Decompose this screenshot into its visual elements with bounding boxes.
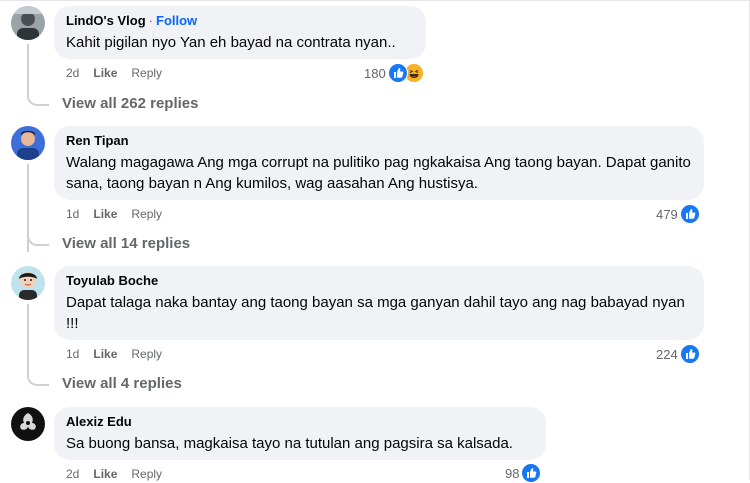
reaction-count: 98	[505, 465, 520, 481]
timestamp[interactable]: 2d	[66, 66, 79, 80]
avatar[interactable]	[11, 6, 45, 40]
reply-button[interactable]: Reply	[131, 66, 162, 80]
reaction-count: 224	[656, 346, 678, 362]
comment-actions: 2d Like Reply	[66, 66, 176, 80]
like-reaction-icon	[679, 204, 700, 224]
view-replies-link[interactable]: View all 14 replies	[62, 235, 190, 252]
separator-dot: ·	[148, 13, 153, 28]
reaction-summary[interactable]: 180	[364, 63, 424, 83]
comment-actions: 1d Like Reply	[66, 347, 176, 361]
reply-button[interactable]: Reply	[131, 207, 162, 221]
thread-line	[27, 44, 29, 92]
like-button[interactable]: Like	[93, 66, 117, 80]
author-name[interactable]: Ren Tipan	[66, 133, 129, 148]
avatar[interactable]	[11, 407, 45, 441]
reaction-summary[interactable]: 98	[505, 463, 542, 483]
like-reaction-icon	[387, 63, 408, 83]
reaction-count: 479	[656, 206, 678, 222]
thread-line	[27, 304, 29, 374]
comment-text: Kahit pigilan nyo Yan eh bayad na contra…	[66, 34, 396, 51]
thread-connector	[27, 372, 49, 386]
comment-bubble: LindO's Vlog · Follow Kahit pigilan nyo Ya…	[54, 6, 426, 59]
comment-bubble: Ren Tipan Walang magagawa Ang mga corrup…	[54, 126, 704, 200]
reaction-summary[interactable]: 224	[656, 344, 700, 364]
like-button[interactable]: Like	[93, 467, 117, 481]
avatar[interactable]	[11, 266, 45, 300]
comment-bubble: Toyulab Boche Dapat talaga naka bantay a…	[54, 266, 704, 340]
reply-button[interactable]: Reply	[131, 347, 162, 361]
author-name[interactable]: Toyulab Boche	[66, 273, 158, 288]
reply-button[interactable]: Reply	[131, 467, 162, 481]
avatar[interactable]	[11, 126, 45, 160]
comment-text: Dapat talaga naka bantay ang taong bayan…	[66, 294, 685, 332]
view-replies-link[interactable]: View all 4 replies	[62, 375, 182, 392]
view-replies-link[interactable]: View all 262 replies	[62, 95, 198, 112]
timestamp[interactable]: 1d	[66, 347, 79, 361]
like-button[interactable]: Like	[93, 207, 117, 221]
like-reaction-icon	[679, 344, 700, 364]
comment-bubble: Alexiz Edu Sa buong bansa, magkaisa tayo…	[54, 407, 546, 460]
like-button[interactable]: Like	[93, 347, 117, 361]
comment-actions: 1d Like Reply	[66, 207, 176, 221]
author-name[interactable]: LindO's Vlog	[66, 13, 146, 28]
timestamp[interactable]: 1d	[66, 207, 79, 221]
thread-connector	[27, 232, 49, 246]
reaction-summary[interactable]: 479	[656, 204, 700, 224]
top-divider	[0, 0, 750, 1]
comment-actions: 2d Like Reply	[66, 467, 176, 481]
like-reaction-icon	[521, 463, 542, 483]
timestamp[interactable]: 2d	[66, 467, 79, 481]
author-name[interactable]: Alexiz Edu	[66, 414, 132, 429]
follow-button[interactable]: Follow	[156, 13, 197, 28]
thread-connector	[27, 92, 49, 106]
comment-text: Sa buong bansa, magkaisa tayo na tutulan…	[66, 435, 513, 452]
reaction-count: 180	[364, 65, 386, 81]
comment-text: Walang magagawa Ang mga corrupt na pulit…	[66, 154, 691, 192]
